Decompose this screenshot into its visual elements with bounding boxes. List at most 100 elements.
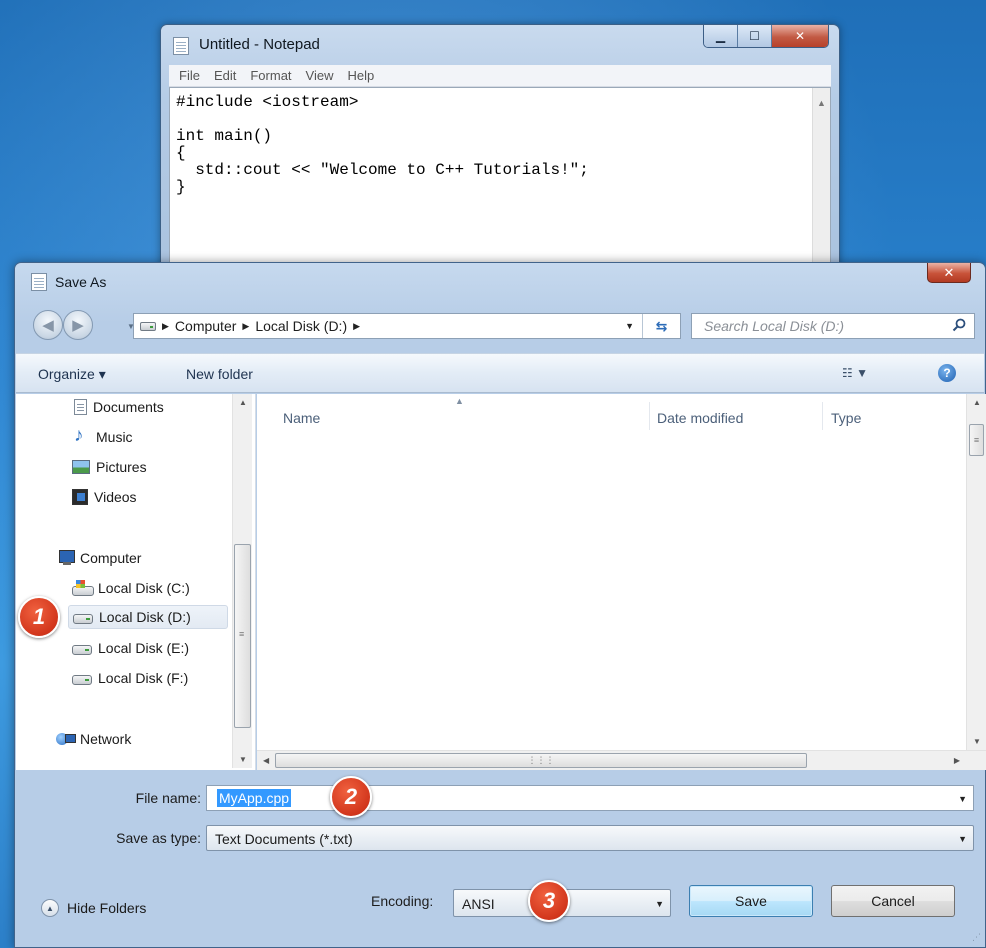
chevron-right-icon[interactable]: ▶ — [242, 321, 249, 332]
encoding-label: Encoding: — [371, 893, 434, 909]
scroll-thumb[interactable]: ⋮⋮⋮ — [275, 753, 807, 768]
column-type[interactable]: Type — [831, 410, 861, 426]
file-name-value[interactable]: MyApp.cpp — [217, 789, 292, 807]
scroll-down-icon[interactable]: ▼ — [239, 755, 247, 764]
scroll-down-icon[interactable]: ▼ — [973, 737, 981, 746]
search-input[interactable]: Search Local Disk (D:) — [691, 313, 975, 339]
column-divider[interactable] — [822, 402, 823, 430]
close-button[interactable]: ✕ — [772, 25, 828, 47]
notepad-titlebar[interactable]: Untitled - Notepad ▁ ☐ ✕ — [161, 25, 839, 63]
nav-item-local-disk-e[interactable]: Local Disk (E:) — [68, 636, 189, 660]
scroll-up-icon[interactable]: ▲ — [239, 398, 247, 407]
dialog-icon — [31, 273, 47, 291]
maximize-button[interactable]: ☐ — [738, 25, 772, 47]
file-list-hscrollbar[interactable]: ◀ ⋮⋮⋮ ▶ — [257, 750, 986, 770]
nav-item-network[interactable]: Network — [52, 727, 131, 751]
nav-item-label: Videos — [94, 489, 137, 505]
nav-item-computer[interactable]: Computer — [52, 546, 141, 570]
notepad-scrollbar[interactable]: ▲ — [812, 88, 830, 282]
breadcrumb-computer[interactable]: Computer — [175, 318, 236, 334]
menu-edit[interactable]: Edit — [214, 68, 236, 83]
chevron-right-icon[interactable]: ▶ — [353, 321, 360, 332]
nav-item-videos[interactable]: Videos — [68, 485, 137, 509]
hide-folders-label: Hide Folders — [67, 900, 147, 916]
nav-item-label: Local Disk (D:) — [99, 609, 191, 625]
command-toolbar: Organize ▾ New folder ☷ ▼ ? — [16, 353, 984, 393]
chevron-down-icon[interactable]: ▼ — [625, 321, 634, 331]
resize-grip-icon[interactable]: ⋰ — [972, 932, 981, 943]
file-list[interactable]: ▲ Name Date modified Type ▲ ≡ ▼ ◀ ⋮⋮⋮ ▶ — [257, 394, 986, 770]
grip-icon: ≡ — [239, 629, 245, 639]
hide-folders-button[interactable]: ▲ Hide Folders — [41, 899, 146, 917]
column-divider[interactable] — [649, 402, 650, 430]
sort-ascending-icon: ▲ — [455, 396, 464, 406]
views-icon[interactable]: ☷ ▼ — [842, 366, 868, 380]
system-drive-icon — [72, 580, 94, 596]
notepad-icon — [173, 37, 189, 55]
minimize-button[interactable]: ▁ — [704, 25, 738, 47]
documents-icon — [74, 399, 87, 415]
file-list-vscrollbar[interactable]: ▲ ≡ ▼ — [966, 394, 986, 750]
column-name[interactable]: Name — [283, 410, 320, 426]
nav-item-documents[interactable]: Documents — [68, 395, 164, 419]
chevron-down-icon[interactable]: ▼ — [958, 834, 967, 844]
scroll-thumb[interactable]: ≡ — [969, 424, 984, 456]
column-date-modified[interactable]: Date modified — [657, 410, 743, 426]
step-badge-2: 2 — [330, 776, 372, 818]
nav-buttons: ◀ ▶ ▼ — [31, 308, 135, 342]
drive-icon — [140, 321, 156, 331]
chevron-right-icon[interactable]: ▶ — [162, 321, 169, 332]
menu-view[interactable]: View — [306, 68, 334, 83]
nav-item-local-disk-d[interactable]: Local Disk (D:) — [68, 605, 228, 629]
scroll-up-icon[interactable]: ▲ — [817, 98, 826, 108]
nav-item-label: Pictures — [96, 459, 147, 475]
nav-item-local-disk-f[interactable]: Local Disk (F:) — [68, 666, 188, 690]
menu-file[interactable]: File — [179, 68, 200, 83]
code-text[interactable]: #include <iostream> int main() { std::co… — [176, 94, 589, 196]
refresh-icon[interactable]: ⇆ — [642, 314, 680, 338]
column-headers: ▲ Name Date modified Type — [257, 394, 966, 434]
notepad-window: Untitled - Notepad ▁ ☐ ✕ File Edit Forma… — [160, 24, 840, 284]
scroll-thumb[interactable]: ≡ — [234, 544, 251, 728]
chevron-down-icon[interactable]: ▼ — [655, 899, 664, 909]
dialog-titlebar[interactable]: Save As ✕ — [15, 263, 985, 299]
drive-icon — [72, 674, 92, 685]
new-folder-button[interactable]: New folder — [186, 366, 253, 382]
scroll-left-icon[interactable]: ◀ — [263, 756, 269, 765]
save-type-label: Save as type: — [116, 830, 201, 846]
save-as-dialog: Save As ✕ ◀ ▶ ▼ ▶ Computer ▶ Local Disk … — [14, 262, 986, 948]
computer-icon — [56, 550, 75, 566]
nav-item-local-disk-c[interactable]: Local Disk (C:) — [68, 576, 190, 600]
nav-scrollbar[interactable]: ▲ ≡ ▼ — [232, 394, 252, 768]
cancel-button[interactable]: Cancel — [831, 885, 955, 917]
notepad-editor[interactable]: #include <iostream> int main() { std::co… — [169, 87, 831, 283]
dialog-close-button[interactable]: ✕ — [927, 263, 971, 283]
save-type-select[interactable]: Text Documents (*.txt) ▼ — [206, 825, 974, 851]
search-icon[interactable] — [952, 318, 966, 332]
breadcrumb-local-disk-d[interactable]: Local Disk (D:) — [255, 318, 347, 334]
nav-item-label: Music — [96, 429, 133, 445]
network-icon — [56, 731, 76, 747]
save-button[interactable]: Save — [689, 885, 813, 917]
nav-item-pictures[interactable]: Pictures — [68, 455, 147, 479]
back-arrow-icon[interactable]: ◀ — [33, 310, 63, 340]
help-icon[interactable]: ? — [938, 364, 956, 382]
scroll-right-icon[interactable]: ▶ — [954, 756, 960, 765]
nav-item-label: Documents — [93, 399, 164, 415]
nav-item-label: Local Disk (E:) — [98, 640, 190, 656]
address-bar[interactable]: ▶ Computer ▶ Local Disk (D:) ▶ ▼ ⇆ — [133, 313, 681, 339]
menu-format[interactable]: Format — [250, 68, 291, 83]
scroll-up-icon[interactable]: ▲ — [973, 398, 981, 407]
nav-item-label: Computer — [80, 550, 142, 566]
menu-help[interactable]: Help — [347, 68, 374, 83]
file-name-field[interactable]: MyApp.cpp ▼ — [206, 785, 974, 811]
forward-arrow-icon[interactable]: ▶ — [63, 310, 93, 340]
notepad-title: Untitled - Notepad — [199, 36, 320, 53]
dialog-title: Save As — [55, 274, 107, 290]
organize-menu[interactable]: Organize ▾ — [38, 366, 106, 383]
nav-item-music[interactable]: Music — [68, 425, 133, 449]
chevron-down-icon[interactable]: ▼ — [958, 794, 967, 804]
music-icon — [72, 425, 90, 447]
nav-item-label: Network — [80, 731, 132, 747]
step-badge-1: 1 — [18, 596, 60, 638]
